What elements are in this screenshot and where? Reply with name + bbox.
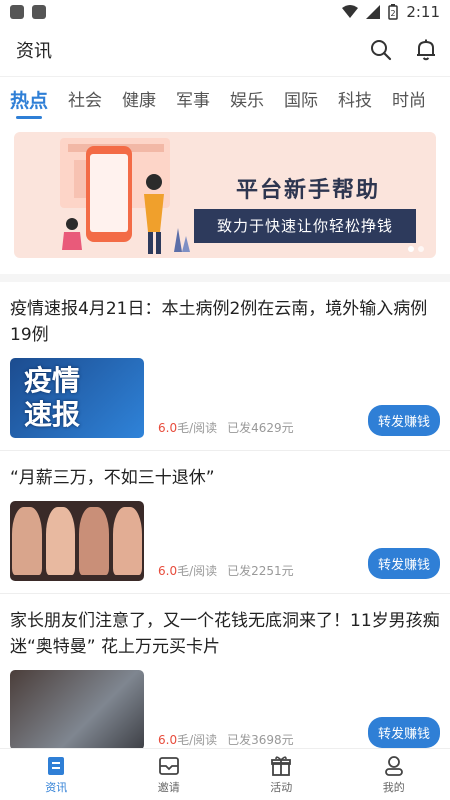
news-thumbnail: 疫情 速报 [10,358,144,438]
news-title: 家长朋友们注意了，又一个花钱无底洞来了！11岁男孩痴迷“奥特曼” 花上万元买卡片 [10,611,440,657]
nav-invite[interactable]: 邀请 [113,749,226,800]
news-item[interactable]: 疫情速报4月21日：本土病例2例在云南，境外输入病例19例 疫情 速报 6.0毛… [0,282,450,451]
carousel-dot [408,246,414,252]
news-title: 疫情速报4月21日：本土病例2例在云南，境外输入病例19例 [10,299,428,345]
banner-subline: 致力于快速让你轻松挣钱 [194,209,416,243]
total-paid: 已发3698元 [227,733,294,747]
wifi-icon [342,5,359,18]
nav-label: 邀请 [157,780,180,794]
total-paid: 已发2251元 [227,564,294,578]
tab-health[interactable]: 健康 [122,77,156,124]
reward-unit: 毛/阅读 [177,421,218,435]
tab-fashion[interactable]: 时尚 [392,77,426,124]
page-title: 资讯 [16,41,52,62]
news-meta: 6.0毛/阅读 已发4629元 [158,419,294,436]
news-meta: 6.0毛/阅读 已发2251元 [158,562,294,579]
total-paid: 已发4629元 [227,421,294,435]
search-icon[interactable] [370,39,392,61]
nav-label: 我的 [382,780,405,794]
tab-technology[interactable]: 科技 [338,77,372,124]
gift-icon [271,755,292,776]
tab-society[interactable]: 社会 [68,77,102,124]
reward-price: 6.0 [158,421,178,435]
tab-entertainment[interactable]: 娱乐 [230,77,264,124]
app-bar: 资讯 [0,24,450,76]
thumbnail-face [12,507,42,575]
bottom-nav: 资讯 邀请 活动 我的 [0,748,450,800]
bell-icon[interactable] [416,39,436,61]
thumbnail-face [45,507,75,575]
carousel-dot [418,246,424,252]
news-thumbnail [10,501,144,581]
share-earn-button[interactable]: 转发赚钱 [367,405,440,436]
battery-icon: 2 [388,4,399,20]
thumbnail-face [79,507,109,575]
nav-label: 资讯 [45,780,68,794]
nav-label: 活动 [270,780,293,794]
share-earn-button[interactable]: 转发赚钱 [367,548,440,579]
clock: 2:11 [406,3,440,21]
news-item[interactable]: “月薪三万，不如三十退休” 6.0毛/阅读 已发2251元 转发赚钱 [0,451,450,594]
banner-headline: 平台新手帮助 [236,178,381,203]
nav-activity[interactable]: 活动 [225,749,338,800]
reward-price: 6.0 [158,564,178,578]
nav-profile[interactable]: 我的 [338,749,450,800]
category-tabs: 热点 社会 健康 军事 娱乐 国际 科技 时尚 [0,76,450,124]
help-banner[interactable]: 平台新手帮助 致力于快速让你轻松挣钱 [14,132,436,258]
news-thumbnail [10,670,144,750]
carousel-indicator [408,246,424,252]
share-earn-button[interactable]: 转发赚钱 [367,717,440,748]
reward-rate: 6.0毛/阅读 [158,562,217,579]
tab-military[interactable]: 军事 [176,77,210,124]
status-right: 2 2:11 [342,3,440,21]
reward-unit: 毛/阅读 [177,733,218,747]
status-bar: 2 2:11 [0,0,450,24]
thumbnail-face [112,507,142,575]
news-icon [48,756,65,775]
notification-icon [32,5,46,19]
news-title: “月薪三万，不如三十退休” [10,468,215,488]
banner-section: 平台新手帮助 致力于快速让你轻松挣钱 [0,124,450,282]
battery-level: 2 [391,9,396,18]
app-bar-actions [370,39,436,61]
signal-icon [366,5,381,19]
news-item[interactable]: 家长朋友们注意了，又一个花钱无底洞来了！11岁男孩痴迷“奥特曼” 花上万元买卡片… [0,594,450,762]
reward-rate: 6.0毛/阅读 [158,419,217,436]
reward-rate: 6.0毛/阅读 [158,731,217,748]
nav-news[interactable]: 资讯 [0,749,113,800]
banner-illustration [60,138,190,254]
news-meta: 6.0毛/阅读 已发3698元 [158,731,294,748]
tab-hot[interactable]: 热点 [10,77,48,124]
reward-unit: 毛/阅读 [177,564,218,578]
status-left [10,5,46,19]
thumbnail-text: 速报 [24,398,81,431]
invite-icon [158,756,179,775]
profile-icon [384,755,403,776]
thumbnail-text: 疫情 [24,364,81,397]
reward-price: 6.0 [158,733,178,747]
tab-international[interactable]: 国际 [284,77,318,124]
notification-icon [10,5,24,19]
